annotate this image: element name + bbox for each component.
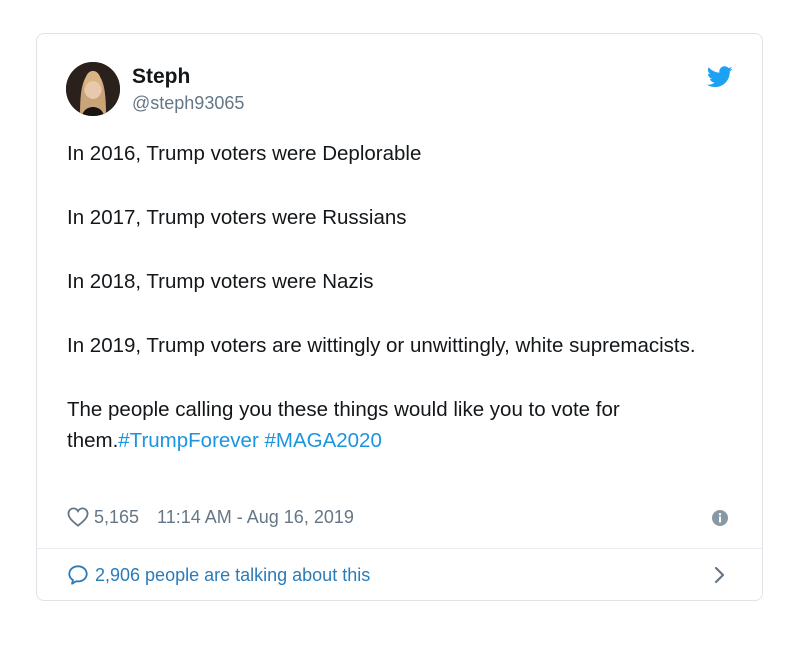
hashtag-link[interactable]: #MAGA2020 xyxy=(264,429,381,452)
speech-bubble-icon xyxy=(68,565,88,585)
twitter-bird-icon[interactable] xyxy=(707,66,733,88)
author-name[interactable]: Steph xyxy=(132,65,190,89)
heart-icon[interactable] xyxy=(67,507,89,527)
divider xyxy=(37,548,762,549)
tweet-timestamp[interactable]: 11:14 AM - Aug 16, 2019 xyxy=(157,507,354,528)
hashtag-link[interactable]: #TrumpForever xyxy=(118,429,259,452)
tweet-body: In 2016, Trump voters were Deplorable In… xyxy=(67,138,717,456)
tweet-paragraph: In 2016, Trump voters were Deplorable xyxy=(67,142,422,165)
tweet-paragraph: In 2018, Trump voters were Nazis xyxy=(67,270,374,293)
talking-label: 2,906 people are talking about this xyxy=(95,564,371,585)
avatar-image xyxy=(66,62,120,116)
avatar[interactable] xyxy=(66,62,120,116)
chevron-right-icon[interactable] xyxy=(713,565,727,585)
like-count[interactable]: 5,165 xyxy=(94,507,139,528)
info-icon[interactable] xyxy=(712,510,728,526)
tweet-card: Steph @steph93065 In 2016, Trump voters … xyxy=(36,33,763,601)
tweet-paragraph: In 2019, Trump voters are wittingly or u… xyxy=(67,334,696,357)
talking-link[interactable]: 2,906 people are talking about this xyxy=(67,563,370,587)
author-handle[interactable]: @steph93065 xyxy=(132,93,244,114)
tweet-meta: 5,165 11:14 AM - Aug 16, 2019 xyxy=(67,505,354,529)
tweet-paragraph: In 2017, Trump voters were Russians xyxy=(67,206,407,229)
tweet-closing: The people calling you these things woul… xyxy=(67,394,717,456)
